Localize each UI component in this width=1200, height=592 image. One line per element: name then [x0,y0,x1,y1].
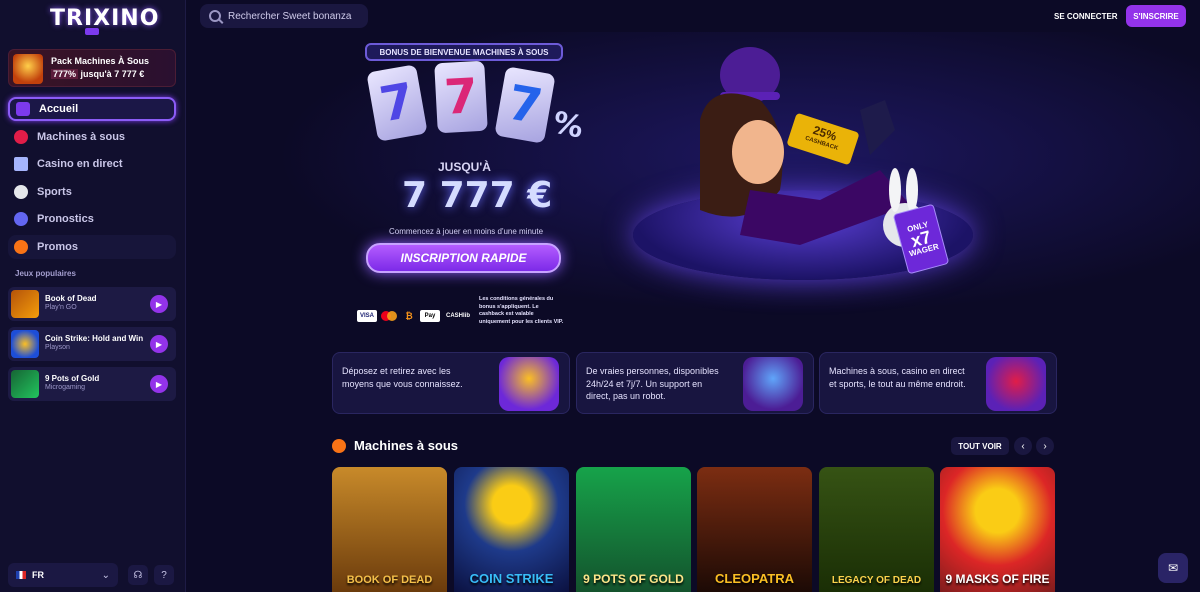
chevron-right-icon[interactable]: › [1036,437,1054,455]
signup-button[interactable]: S'INSCRIRE [1126,5,1186,27]
cashlib-icon: CASHlib [446,313,470,319]
sidebar-item-accueil[interactable]: Accueil [8,97,176,121]
help-icon[interactable]: ? [154,565,174,585]
treasure-chest-icon [13,54,43,84]
chat-icon[interactable]: ✉ [1158,553,1188,583]
brand-logo[interactable]: TRIXINO [50,6,159,31]
cherry-icon [332,439,346,453]
chevron-left-icon[interactable]: ‹ [1014,437,1032,455]
popular-game-item[interactable]: 9 Pots of Gold Microgaming ▶ [8,367,176,401]
play-icon[interactable]: ▶ [150,335,168,353]
visa-icon: VISA [357,310,377,322]
seven-card: 7 [434,60,488,134]
search-bar[interactable] [200,4,368,28]
promo-card[interactable]: Pack Machines À Sous 777% jusqu'à 7 777 … [8,49,176,87]
game-title: Coin Strike: Hold and Win [45,334,144,343]
slot-machine-icon [986,357,1046,411]
bonus-terms: Les conditions générales du bonus s'appl… [479,296,564,325]
game-tile[interactable]: BOOK OF DEAD [332,467,447,592]
login-button[interactable]: SE CONNECTER [1046,7,1126,25]
game-title: 9 Pots of Gold [45,374,100,383]
sidebar-item-promos[interactable]: Promos [8,235,176,259]
game-tile-name: 9 POTS OF GOLD [583,572,684,586]
sidebar-item-label: Pronostics [37,213,94,225]
sidebar: TRIXINO Pack Machines À Sous 777% jusqu'… [0,0,186,592]
sidebar-item-label: Accueil [39,103,79,115]
soccer-ball-icon [14,185,28,199]
globe-icon [14,212,28,226]
sidebar-item-label: Sports [37,186,72,198]
welcome-bonus-badge: BONUS DE BIENVENUE MACHINES À SOUS [365,43,563,61]
see-all-button[interactable]: TOUT VOIR [951,437,1009,455]
sidebar-item-label: Promos [37,241,78,253]
popular-game-item[interactable]: Book of Dead Play'n GO ▶ [8,287,176,321]
section-title: Machines à sous [354,438,459,453]
language-label: FR [32,570,44,580]
game-tile[interactable]: COIN STRIKE [454,467,569,592]
feature-text: Déposez et retirez avec les moyens que v… [342,366,463,389]
game-tile[interactable]: 9 POTS OF GOLD [576,467,691,592]
sidebar-item-machines[interactable]: Machines à sous [8,125,176,149]
apple-pay-icon: Pay [420,310,440,322]
game-title: Book of Dead [45,294,97,303]
feature-card-all-in-one: Machines à sous, casino en direct et spo… [819,352,1057,414]
game-tile-name: 9 MASKS OF FIRE [945,572,1050,586]
bonus-amount: 7 777 € [402,175,553,216]
france-flag-icon [16,571,26,579]
sidebar-item-sports[interactable]: Sports [8,180,176,204]
game-tile-name: BOOK OF DEAD [346,574,433,586]
upto-label: JUSQU'À [438,160,491,174]
game-provider: Microgaming [45,384,86,391]
game-tile-name: CLEOPATRA [715,571,794,586]
sidebar-item-pronostics[interactable]: Pronostics [8,207,176,231]
headset-orb-icon [743,357,803,411]
chevron-down-icon: ⌄ [101,569,110,581]
play-icon[interactable]: ▶ [150,375,168,393]
logo-hat-icon [85,28,99,35]
search-icon [209,10,221,22]
promo-subtitle: 777% jusqu'à 7 777 € [51,69,144,79]
start-line: Commencez à jouer en moins d'une minute [389,227,544,236]
play-icon[interactable]: ▶ [150,295,168,313]
top-hat-icon [16,102,30,116]
search-input[interactable] [228,10,363,22]
feature-card-support: De vraies personnes, disponibles 24h/24 … [576,352,814,414]
language-selector[interactable]: FR ⌄ [8,563,118,587]
feature-card-payments: Déposez et retirez avec les moyens que v… [332,352,570,414]
promo-title: Pack Machines À Sous [51,56,150,66]
game-thumbnail [11,290,39,318]
game-tile[interactable]: 9 MASKS OF FIRE [940,467,1055,592]
game-thumbnail [11,370,39,398]
sidebar-item-casino-live[interactable]: Casino en direct [8,152,176,176]
feature-text: Machines à sous, casino en direct et spo… [829,366,966,389]
cherry-icon [14,130,28,144]
game-tile[interactable]: LEGACY OF DEAD [819,467,934,592]
promo-amount: jusqu'à 7 777 € [80,69,145,79]
bitcoin-icon: ₿ [405,311,413,321]
promo-icon [14,240,28,254]
quick-signup-button[interactable]: INSCRIPTION RAPIDE [366,243,561,273]
sidebar-item-label: Casino en direct [37,158,123,170]
game-provider: Play'n GO [45,304,77,311]
popular-games-title: Jeux populaires [15,269,76,278]
promo-percent: 777% [51,69,79,79]
sidebar-item-label: Machines à sous [37,131,126,143]
popular-game-item[interactable]: Coin Strike: Hold and Win Playson ▶ [8,327,176,361]
treasure-chest-icon [499,357,559,411]
game-tile-name: COIN STRIKE [469,571,554,586]
mastercard-icon [381,310,397,322]
feature-text: De vraies personnes, disponibles 24h/24 … [586,366,719,401]
cards-icon [14,157,28,171]
game-thumbnail [11,330,39,358]
game-tile-name: LEGACY OF DEAD [831,575,922,586]
support-headset-icon[interactable]: ☊ [128,565,148,585]
game-tile[interactable]: CLEOPATRA [697,467,812,592]
game-provider: Playson [45,344,70,351]
